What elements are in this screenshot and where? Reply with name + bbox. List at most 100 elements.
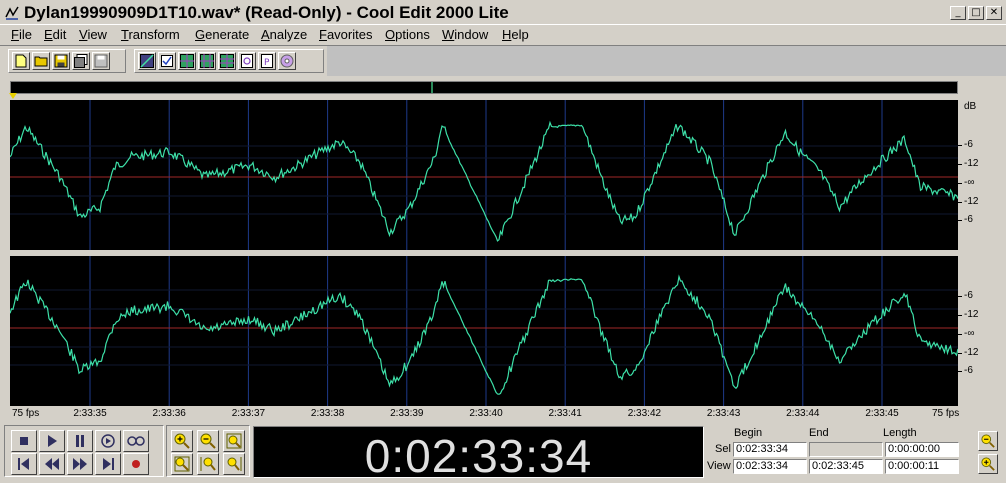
menu-file[interactable]: File (11, 27, 32, 42)
save-all-button[interactable] (72, 52, 90, 70)
cd-player-button[interactable] (278, 52, 296, 70)
loop-button[interactable] (123, 430, 149, 452)
sel-begin-field[interactable]: 0:02:33:34 (733, 442, 807, 457)
overview-view-marker[interactable] (431, 82, 433, 93)
menu-analyze[interactable]: Analyze (261, 27, 307, 42)
menu-accelerator: H (502, 27, 512, 42)
waveform-canvas[interactable] (10, 100, 958, 406)
zoom-in-button[interactable] (171, 430, 193, 452)
select-button[interactable] (158, 52, 176, 70)
properties-button[interactable]: P (258, 52, 276, 70)
waveform-right-channel[interactable] (10, 274, 958, 395)
overview-bar[interactable] (10, 81, 958, 94)
menu-bar: File Edit View Transform Generate Analyze Favo… (0, 25, 1006, 45)
channel-separator (10, 250, 958, 256)
db-tick (958, 202, 962, 203)
disk-icon (94, 54, 108, 68)
menu-generate[interactable]: Generate (195, 27, 249, 42)
minimize-button[interactable]: _ (950, 6, 966, 20)
vertical-zoom-out-button[interactable] (978, 431, 998, 451)
menu-accelerator: F (11, 27, 19, 42)
stop-button[interactable] (11, 430, 37, 452)
zoom-to-selection-button[interactable] (171, 453, 193, 475)
close-button[interactable]: ✕ (986, 6, 1002, 20)
new-file-button[interactable] (12, 52, 30, 70)
waveform-left-channel[interactable] (10, 120, 958, 242)
time-display: 0:02:33:34 (253, 426, 704, 482)
menu-options[interactable]: Options (385, 27, 430, 42)
zoom-to-left-edge-button[interactable] (197, 453, 219, 475)
zoom-out-button[interactable] (197, 430, 219, 452)
zoom-selection-button[interactable] (238, 52, 256, 70)
record-icon (132, 460, 140, 468)
menu-view[interactable]: View (79, 27, 107, 42)
menu-label: iew (87, 27, 107, 42)
menu-accelerator: O (385, 27, 396, 42)
open-file-button[interactable] (32, 52, 50, 70)
db-tick (958, 220, 962, 221)
db-label: -6 (964, 290, 973, 301)
time-tick-label: 2:33:42 (627, 408, 662, 419)
loop-icon (127, 436, 145, 446)
record-button[interactable] (123, 453, 149, 475)
db-tick (958, 315, 962, 316)
menu-transform[interactable]: Transform (121, 27, 180, 42)
view-end-field[interactable]: 0:02:33:45 (809, 459, 883, 474)
close-file-button[interactable] (92, 52, 110, 70)
go-to-start-button[interactable] (11, 453, 37, 475)
db-tick (958, 353, 962, 354)
stereo-grid-icon (180, 54, 194, 68)
play-cursor-marker[interactable] (9, 93, 17, 99)
zoom-full-button[interactable] (223, 430, 245, 452)
menu-window[interactable]: Window (442, 27, 488, 42)
toolbar: P (0, 45, 1006, 76)
time-ruler-end: 75 fps (932, 408, 960, 419)
db-tick (958, 164, 962, 165)
db-ruler: dB -6 -12 -∞ -12 -6 -6 -12 -∞ -12 -6 (958, 100, 1004, 406)
zoom-full-icon (226, 433, 242, 449)
sel-length-field[interactable]: 0:00:00:00 (885, 442, 959, 457)
stop-icon (20, 437, 28, 445)
db-tick (958, 145, 962, 146)
menu-favorites[interactable]: Favorites (319, 27, 372, 42)
window-controls: _ □ ✕ (950, 6, 1002, 20)
zoom-in-icon (174, 433, 190, 449)
vertical-zoom-in-button[interactable] (978, 454, 998, 474)
play-button[interactable] (39, 430, 65, 452)
app-icon (5, 6, 19, 20)
time-ruler-start: 75 fps (12, 408, 40, 419)
checkbox-icon (161, 55, 173, 67)
app-window: Dylan19990909D1T10.wav* (Read-Only) - Co… (0, 0, 1006, 482)
title-bar[interactable]: Dylan19990909D1T10.wav* (Read-Only) - Co… (0, 0, 1006, 25)
sel-end-field[interactable] (809, 442, 883, 457)
rewind-button[interactable] (39, 453, 65, 475)
fast-forward-button[interactable] (67, 453, 93, 475)
properties-page-icon: P (261, 54, 273, 68)
edit-right-channel-button[interactable] (218, 52, 236, 70)
edit-both-channels-button[interactable] (178, 52, 196, 70)
save-all-icon (74, 54, 88, 68)
menu-label: ptions (395, 27, 430, 42)
cd-icon (280, 54, 294, 68)
restore-button[interactable]: □ (968, 6, 984, 20)
multitrack-button[interactable] (138, 52, 156, 70)
pause-button[interactable] (67, 430, 93, 452)
zoom-left-icon (200, 457, 216, 471)
save-button[interactable] (52, 52, 70, 70)
waveform-display[interactable] (10, 100, 958, 406)
db-label: -12 (964, 309, 979, 320)
time-tick-label: 2:33:40 (469, 408, 503, 419)
menu-accelerator: G (195, 27, 206, 42)
menu-edit[interactable]: Edit (44, 27, 66, 42)
go-to-end-button[interactable] (95, 453, 121, 475)
view-length-field[interactable]: 0:00:00:11 (885, 459, 959, 474)
menu-help[interactable]: Help (502, 27, 529, 42)
menu-label: avorites (326, 27, 373, 42)
time-tick-label: 2:33:38 (310, 408, 345, 419)
view-begin-field[interactable]: 0:02:33:34 (733, 459, 807, 474)
current-time: 0:02:33:34 (364, 430, 593, 482)
time-tick-label: 2:33:39 (390, 408, 424, 419)
edit-left-channel-button[interactable] (198, 52, 216, 70)
play-to-end-button[interactable] (95, 430, 121, 452)
zoom-to-right-edge-button[interactable] (223, 453, 245, 475)
